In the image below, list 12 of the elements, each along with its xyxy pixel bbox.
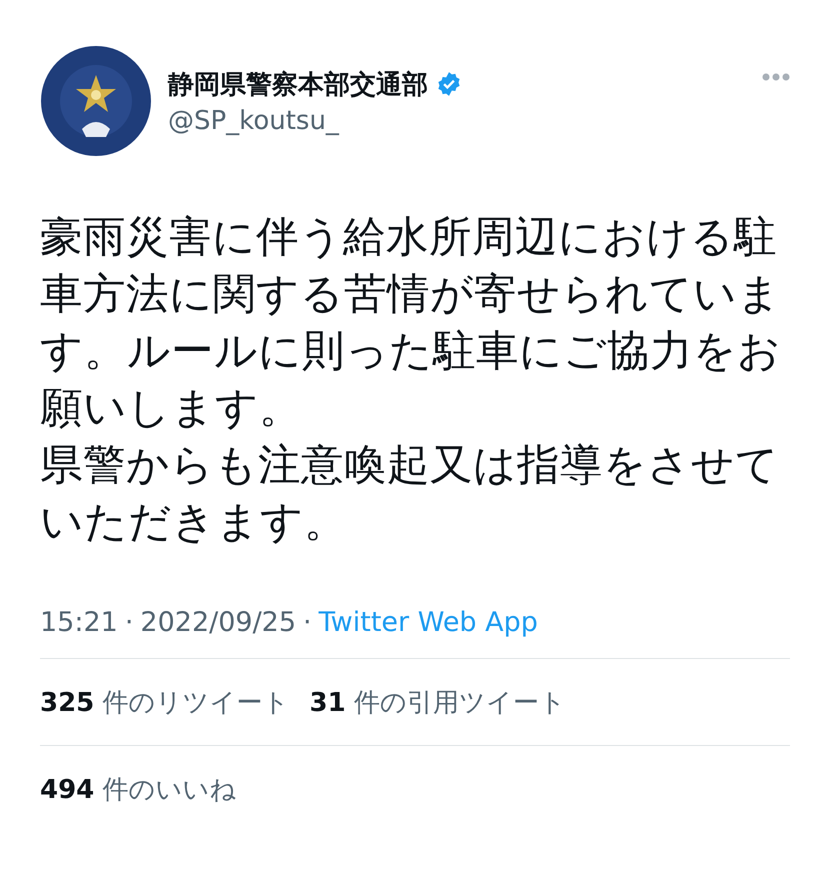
tweet-text: 県警からも注意喚起又は指導をさせていただきます。 — [40, 440, 780, 549]
separator-dot: · — [124, 607, 134, 638]
tweet-text: 豪雨災害に伴う給水所周辺における駐車方法に関する苦情が寄せられています。ルールに則った駐車にご協力をお願いします。 — [40, 212, 782, 435]
author-name[interactable]: 静岡県警察本部交通部 — [168, 66, 428, 102]
separator-dot: · — [303, 607, 312, 638]
tweet-time[interactable]: 15:21 — [40, 607, 118, 638]
stat-count[interactable]: 494 件のいいね — [40, 772, 237, 806]
stat-count[interactable]: 325 件のリツイート — [40, 684, 290, 720]
tweet-date[interactable]: 2022/09/25 — [140, 607, 296, 638]
author-handle[interactable]: @SP_koutsu_ — [168, 106, 746, 136]
stat-count[interactable]: 31 件の引用ツイート — [310, 684, 566, 720]
more-icon[interactable] — [762, 73, 790, 81]
